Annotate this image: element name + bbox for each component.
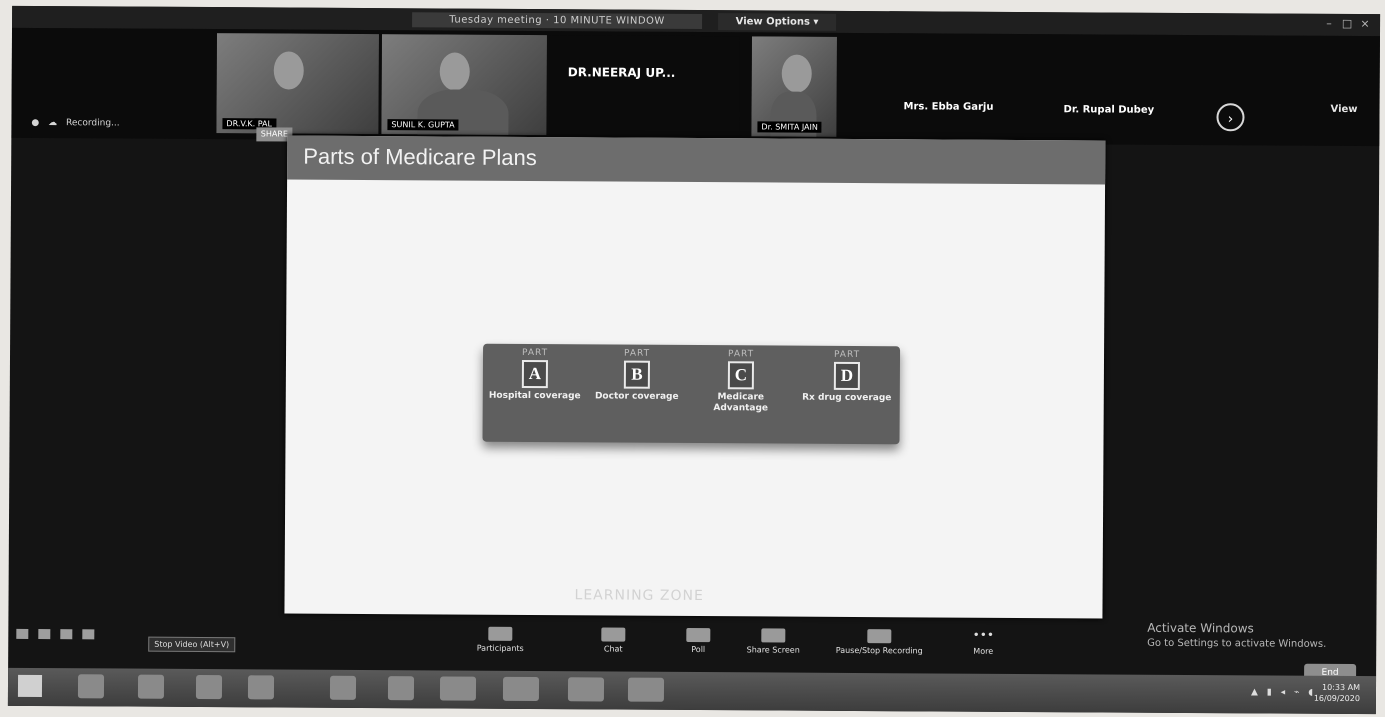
part-letter: B <box>623 360 650 389</box>
slide-watermark: LEARNING ZONE <box>574 587 704 605</box>
participant-name: DR.NEERAJ UP... <box>567 65 676 80</box>
participants-button[interactable]: Participants <box>460 626 540 653</box>
poll-icon <box>686 627 711 643</box>
part-d: PART D Rx drug coverage <box>801 350 893 405</box>
windows-start-icon[interactable] <box>17 674 43 698</box>
part-description: Hospital coverage <box>488 390 581 402</box>
mail-icon[interactable] <box>247 675 275 700</box>
window-title: Tuesday meeting · 10 MINUTE WINDOW <box>412 12 703 30</box>
control-label: Poll <box>691 644 706 655</box>
share-screen-icon <box>761 628 786 643</box>
chat-button[interactable]: Chat <box>583 627 643 654</box>
part-label: PART <box>833 349 861 361</box>
minimize-icon[interactable]: – <box>1322 17 1336 30</box>
status-dot-icon: ● <box>31 117 40 128</box>
part-a: PART A Hospital coverage <box>489 348 581 403</box>
pause-stop-recording-button[interactable]: Pause/Stop Recording <box>820 629 938 656</box>
clock-time: 10:33 AM <box>1322 682 1361 693</box>
browser-icon[interactable] <box>77 674 105 699</box>
participant-tile[interactable]: Dr. SMITA JAIN <box>751 36 837 137</box>
store-icon[interactable] <box>195 674 223 700</box>
part-description: Rx drug coverage <box>802 392 892 404</box>
word-icon[interactable] <box>627 677 665 702</box>
share-screen-button[interactable]: Share Screen <box>733 628 813 655</box>
maximize-icon[interactable]: □ <box>1340 17 1354 30</box>
participant-tile[interactable]: DR.NEERAJ UP... <box>549 35 740 137</box>
slide-header: Parts of Medicare Plans <box>287 135 1106 185</box>
part-letter: D <box>833 361 860 391</box>
slide-title: Parts of Medicare Plans <box>303 143 537 171</box>
control-label: Share Screen <box>746 645 800 655</box>
more-button[interactable]: ••• More <box>953 627 1013 656</box>
poll-button[interactable]: Poll <box>668 627 728 655</box>
chat-icon <box>601 627 626 642</box>
system-tray[interactable]: ▲ ▮ ◂ ⌁ ◖ <box>1251 687 1316 697</box>
part-description: Medicare Advantage <box>713 392 769 414</box>
record-icon <box>867 629 892 644</box>
participant-name: Dr. SMITA JAIN <box>757 121 822 133</box>
part-letter: A <box>521 359 548 389</box>
file-explorer-icon[interactable] <box>439 676 477 701</box>
calculator-icon[interactable] <box>567 677 605 702</box>
cloud-icon: ☁ <box>48 118 58 129</box>
participant-name: SUNIL K. GUPTA <box>387 119 459 131</box>
participant-name[interactable]: Mrs. Ebba Garju <box>904 101 994 113</box>
participant-face <box>781 54 812 93</box>
zoom-icon[interactable] <box>502 676 540 702</box>
control-label: Pause/Stop Recording <box>835 645 923 656</box>
control-label: More <box>973 646 994 656</box>
participant-gallery: DR.V.K. PAL SUNIL K. GUPTA DR.NEERAJ UP.… <box>11 27 1380 147</box>
taskbar-clock[interactable]: 10:33 AM 16/09/2020 <box>1314 682 1360 704</box>
more-icon: ••• <box>972 627 994 642</box>
part-letter: C <box>727 361 754 390</box>
shared-slide: Parts of Medicare Plans PART A Hospital … <box>284 135 1106 619</box>
participant-tile[interactable]: SUNIL K. GUPTA <box>381 34 547 136</box>
part-label: PART <box>521 347 549 359</box>
part-label: PART <box>623 348 651 359</box>
participant-tile[interactable]: DR.V.K. PAL <box>216 33 379 135</box>
control-label: Chat <box>603 644 623 654</box>
part-c: PART C Medicare Advantage <box>695 349 787 415</box>
meeting-status: ● ☁ Recording... <box>31 118 125 129</box>
part-description: Doctor coverage <box>594 391 679 402</box>
part-label: PART <box>727 349 755 360</box>
participant-face <box>439 52 470 91</box>
control-label: Participants <box>476 643 524 653</box>
view-options-button[interactable]: View Options ▾ <box>718 13 837 31</box>
zoom-window: Tuesday meeting · 10 MINUTE WINDOW View … <box>7 5 1381 715</box>
media-player-icon[interactable] <box>329 675 357 700</box>
chevron-right-icon[interactable]: › <box>1216 103 1245 132</box>
meeting-controls: Participants Chat Poll Share Screen Paus… <box>8 624 1376 668</box>
clock-date: 16/09/2020 <box>1313 693 1360 704</box>
medicare-parts-panel: PART A Hospital coverage PART B Doctor c… <box>482 343 901 445</box>
people-icon <box>488 626 513 641</box>
participant-face <box>273 51 304 90</box>
recording-label: Recording... <box>66 118 120 129</box>
app-icon[interactable] <box>387 676 415 701</box>
view-button[interactable]: View <box>1330 104 1357 115</box>
chrome-icon[interactable] <box>137 674 165 699</box>
part-b: PART B Doctor coverage <box>591 348 683 403</box>
windows-taskbar: ▲ ▮ ◂ ⌁ ◖ 10:33 AM 16/09/2020 <box>7 667 1377 715</box>
participant-name[interactable]: Dr. Rupal Dubey <box>1064 104 1155 116</box>
close-icon[interactable]: × <box>1358 17 1372 30</box>
